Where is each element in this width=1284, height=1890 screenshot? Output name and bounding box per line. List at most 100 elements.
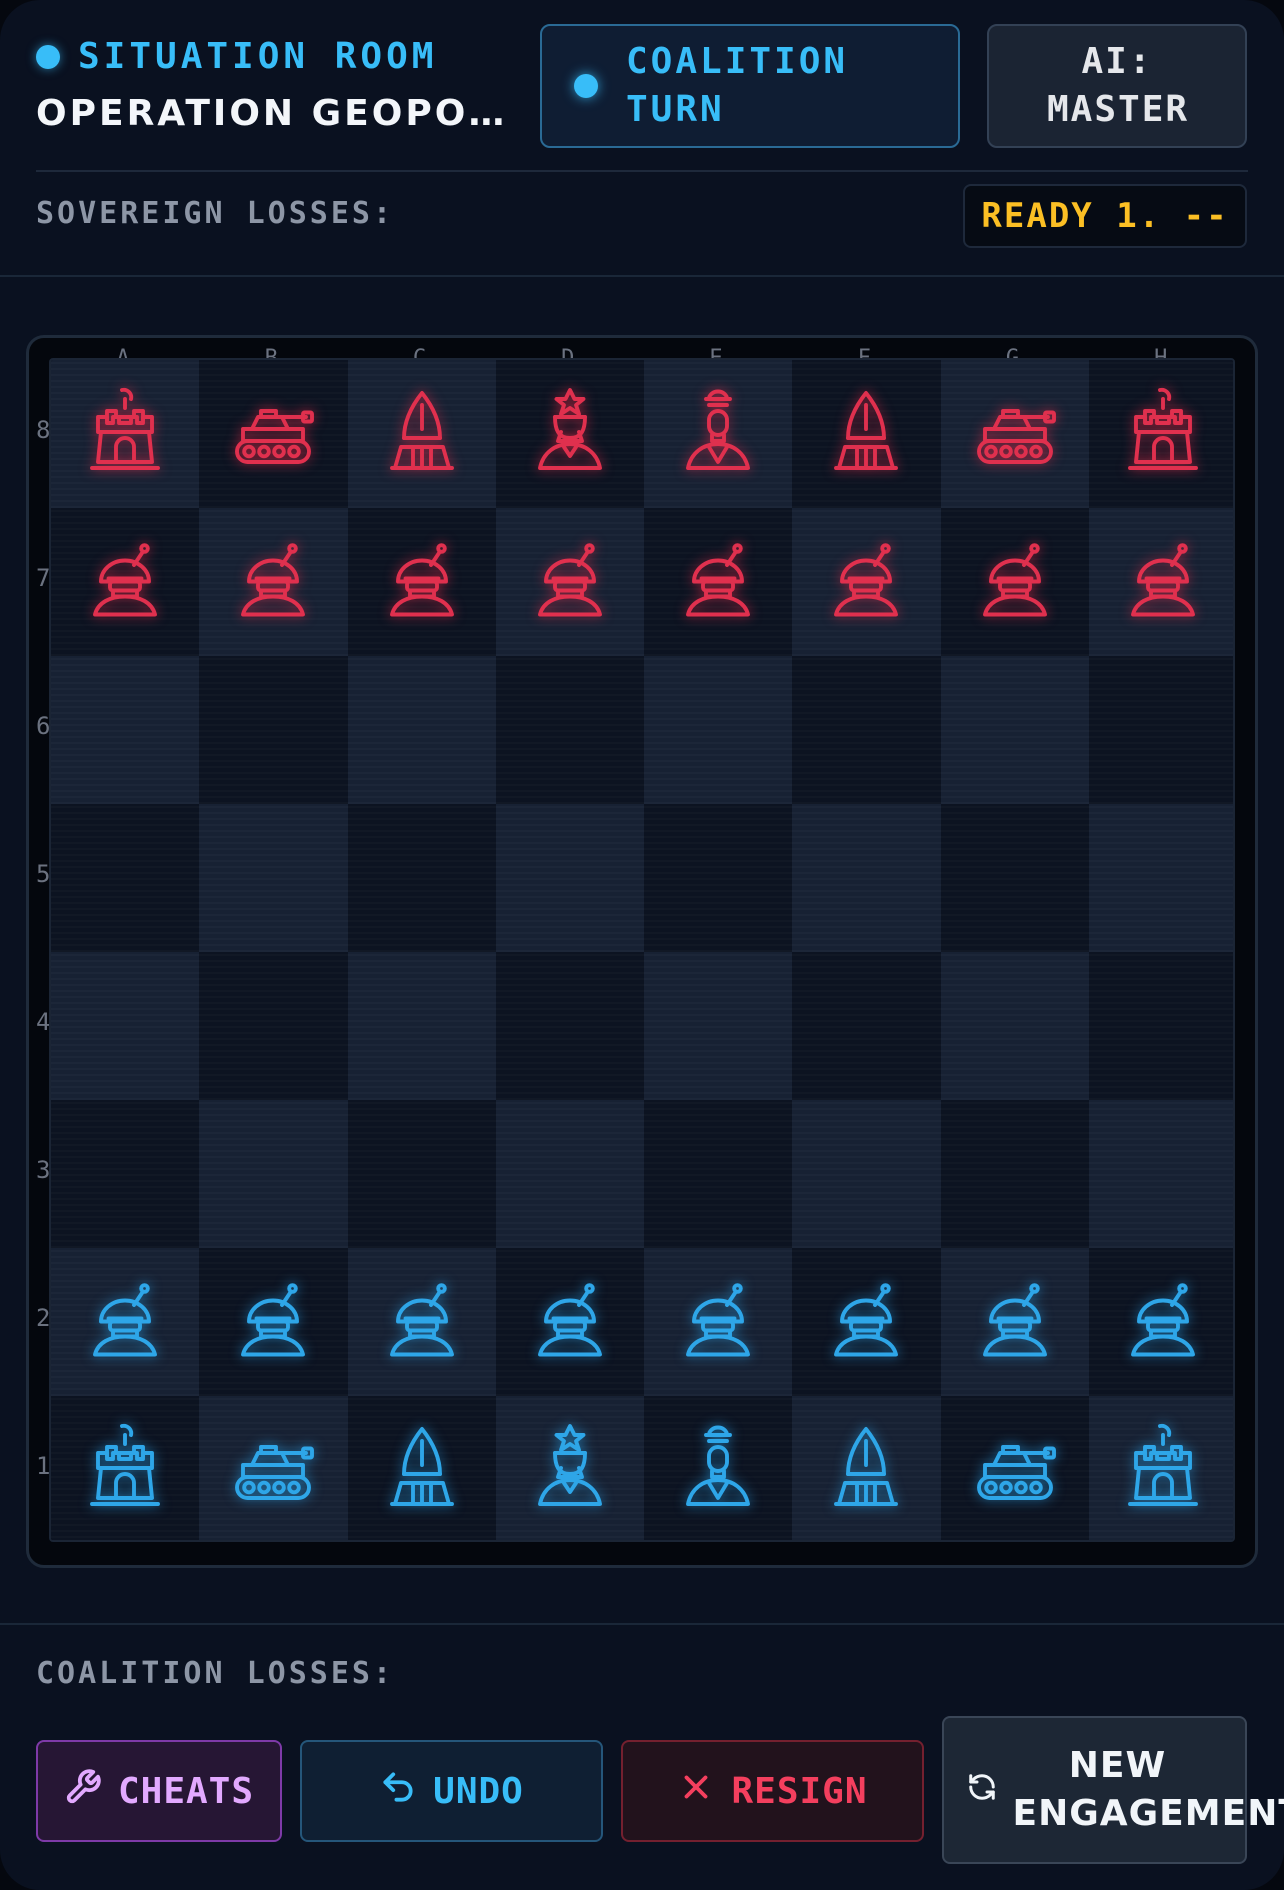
- coalition-pawn-piece[interactable]: [77, 1272, 173, 1372]
- square-d8[interactable]: [495, 360, 644, 508]
- square-h7[interactable]: [1088, 508, 1233, 656]
- square-h4[interactable]: [1088, 952, 1233, 1100]
- square-f8[interactable]: [792, 360, 941, 508]
- square-a6[interactable]: [51, 656, 200, 804]
- sovereign-queen-piece[interactable]: [522, 384, 618, 484]
- square-e8[interactable]: [644, 360, 793, 508]
- square-g4[interactable]: [940, 952, 1089, 1100]
- square-g1[interactable]: [940, 1396, 1089, 1540]
- coalition-pawn-piece[interactable]: [374, 1272, 470, 1372]
- square-c4[interactable]: [347, 952, 496, 1100]
- square-g6[interactable]: [940, 656, 1089, 804]
- square-f1[interactable]: [792, 1396, 941, 1540]
- coalition-pawn-piece[interactable]: [225, 1272, 321, 1372]
- square-h1[interactable]: [1088, 1396, 1233, 1540]
- square-e1[interactable]: [644, 1396, 793, 1540]
- sovereign-pawn-piece[interactable]: [522, 532, 618, 632]
- sovereign-pawn-piece[interactable]: [1115, 532, 1211, 632]
- square-f7[interactable]: [792, 508, 941, 656]
- sovereign-knight-piece[interactable]: [967, 384, 1063, 484]
- square-g2[interactable]: [940, 1248, 1089, 1396]
- square-a4[interactable]: [51, 952, 200, 1100]
- square-b6[interactable]: [199, 656, 348, 804]
- square-c2[interactable]: [347, 1248, 496, 1396]
- square-h6[interactable]: [1088, 656, 1233, 804]
- square-d3[interactable]: [495, 1100, 644, 1248]
- square-e6[interactable]: [644, 656, 793, 804]
- new-engagement-button[interactable]: NEW ENGAGEMENT: [942, 1716, 1284, 1864]
- sovereign-pawn-piece[interactable]: [670, 532, 766, 632]
- sovereign-pawn-piece[interactable]: [374, 532, 470, 632]
- sovereign-rook-piece[interactable]: [77, 384, 173, 484]
- square-d1[interactable]: [495, 1396, 644, 1540]
- square-d4[interactable]: [495, 952, 644, 1100]
- sovereign-pawn-piece[interactable]: [967, 532, 1063, 632]
- square-b7[interactable]: [199, 508, 348, 656]
- sovereign-king-piece[interactable]: [670, 384, 766, 484]
- square-d5[interactable]: [495, 804, 644, 952]
- square-e7[interactable]: [644, 508, 793, 656]
- square-c6[interactable]: [347, 656, 496, 804]
- square-d7[interactable]: [495, 508, 644, 656]
- square-e5[interactable]: [644, 804, 793, 952]
- square-f2[interactable]: [792, 1248, 941, 1396]
- coalition-rook-piece[interactable]: [77, 1420, 173, 1520]
- square-c7[interactable]: [347, 508, 496, 656]
- square-b3[interactable]: [199, 1100, 348, 1248]
- square-f5[interactable]: [792, 804, 941, 952]
- sovereign-pawn-piece[interactable]: [818, 532, 914, 632]
- square-a1[interactable]: [51, 1396, 200, 1540]
- square-d2[interactable]: [495, 1248, 644, 1396]
- square-c8[interactable]: [347, 360, 496, 508]
- coalition-king-piece[interactable]: [670, 1420, 766, 1520]
- sovereign-pawn-piece[interactable]: [225, 532, 321, 632]
- square-a7[interactable]: [51, 508, 200, 656]
- coalition-pawn-piece[interactable]: [1115, 1272, 1211, 1372]
- coalition-pawn-piece[interactable]: [818, 1272, 914, 1372]
- square-h8[interactable]: [1088, 360, 1233, 508]
- square-b8[interactable]: [199, 360, 348, 508]
- square-d6[interactable]: [495, 656, 644, 804]
- square-f6[interactable]: [792, 656, 941, 804]
- square-c3[interactable]: [347, 1100, 496, 1248]
- square-b4[interactable]: [199, 952, 348, 1100]
- square-b1[interactable]: [199, 1396, 348, 1540]
- square-h5[interactable]: [1088, 804, 1233, 952]
- square-c1[interactable]: [347, 1396, 496, 1540]
- square-a5[interactable]: [51, 804, 200, 952]
- square-e3[interactable]: [644, 1100, 793, 1248]
- coalition-pawn-piece[interactable]: [967, 1272, 1063, 1372]
- square-g8[interactable]: [940, 360, 1089, 508]
- square-a3[interactable]: [51, 1100, 200, 1248]
- cheats-button[interactable]: CHEATS: [36, 1740, 282, 1842]
- square-a2[interactable]: [51, 1248, 200, 1396]
- square-e4[interactable]: [644, 952, 793, 1100]
- coalition-queen-piece[interactable]: [522, 1420, 618, 1520]
- square-a8[interactable]: [51, 360, 200, 508]
- square-b5[interactable]: [199, 804, 348, 952]
- square-c5[interactable]: [347, 804, 496, 952]
- ai-level-button[interactable]: AI: MASTER: [987, 24, 1247, 148]
- square-g3[interactable]: [940, 1100, 1089, 1248]
- coalition-rook-piece[interactable]: [1115, 1420, 1211, 1520]
- square-h3[interactable]: [1088, 1100, 1233, 1248]
- square-b2[interactable]: [199, 1248, 348, 1396]
- sovereign-bishop-piece[interactable]: [374, 384, 470, 484]
- square-e2[interactable]: [644, 1248, 793, 1396]
- sovereign-bishop-piece[interactable]: [818, 384, 914, 484]
- square-h2[interactable]: [1088, 1248, 1233, 1396]
- square-f3[interactable]: [792, 1100, 941, 1248]
- square-g5[interactable]: [940, 804, 1089, 952]
- coalition-pawn-piece[interactable]: [670, 1272, 766, 1372]
- coalition-knight-piece[interactable]: [967, 1420, 1063, 1520]
- coalition-bishop-piece[interactable]: [374, 1420, 470, 1520]
- coalition-bishop-piece[interactable]: [818, 1420, 914, 1520]
- coalition-pawn-piece[interactable]: [522, 1272, 618, 1372]
- sovereign-knight-piece[interactable]: [225, 384, 321, 484]
- square-f4[interactable]: [792, 952, 941, 1100]
- sovereign-rook-piece[interactable]: [1115, 384, 1211, 484]
- coalition-knight-piece[interactable]: [225, 1420, 321, 1520]
- undo-button[interactable]: UNDO: [300, 1740, 603, 1842]
- resign-button[interactable]: RESIGN: [621, 1740, 924, 1842]
- sovereign-pawn-piece[interactable]: [77, 532, 173, 632]
